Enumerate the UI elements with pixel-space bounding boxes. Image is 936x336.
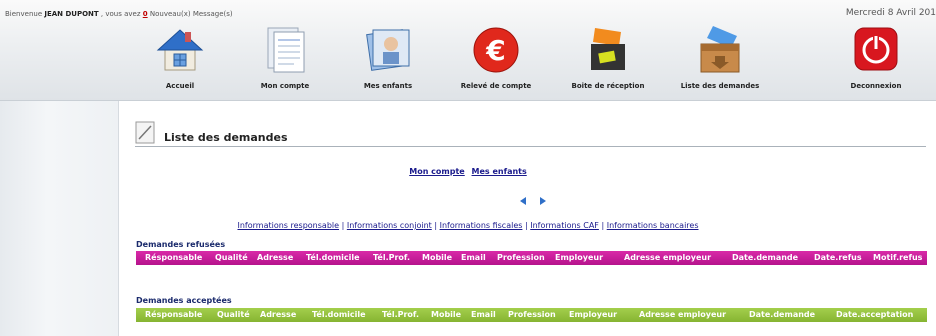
column-header[interactable]: Adresse employeur — [624, 253, 711, 262]
column-header[interactable]: Résponsable — [145, 253, 202, 262]
link-informations-bancaires[interactable]: Informations bancaires — [607, 221, 699, 230]
nav-item-accueil[interactable]: Accueil — [130, 22, 230, 94]
link-mes-enfants[interactable]: Mes enfants — [472, 167, 527, 176]
top-links: Mon compte Mes enfants — [0, 167, 936, 176]
column-header[interactable]: Résponsable — [145, 310, 202, 319]
column-header[interactable]: Date.demande — [732, 253, 798, 262]
box-icon — [700, 26, 740, 73]
link-mon-compte[interactable]: Mon compte — [409, 167, 465, 176]
accepted-table-header: Résponsable Qualité Adresse Tél.domicile… — [136, 308, 927, 322]
column-header[interactable]: Employeur — [555, 253, 603, 262]
link-informations-conjoint[interactable]: Informations conjoint — [347, 221, 432, 230]
column-header[interactable]: Tél.Prof. — [373, 253, 410, 262]
link-informations-responsable[interactable]: Informations responsable — [237, 221, 339, 230]
link-separator: | — [341, 221, 345, 230]
column-header[interactable]: Date.acceptation — [836, 310, 913, 319]
next-arrow-icon[interactable] — [540, 197, 546, 205]
welcome-message: Bienvenue JEAN DUPONT , vous avez 0 Nouv… — [5, 10, 233, 18]
nav-item-deconnexion[interactable]: Deconnexion — [826, 22, 926, 94]
top-header: Bienvenue JEAN DUPONT , vous avez 0 Nouv… — [0, 0, 936, 101]
nav-label-accueil: Accueil — [165, 82, 195, 90]
column-header[interactable]: Employeur — [569, 310, 617, 319]
nav-item-liste-des-demandes[interactable]: Liste des demandes — [670, 22, 770, 94]
user-name: JEAN DUPONT — [44, 10, 99, 18]
power-icon — [854, 27, 898, 71]
nav-item-boite-de-reception[interactable]: Boite de réception — [558, 22, 658, 94]
column-header[interactable]: Mobile — [422, 253, 452, 262]
column-header[interactable]: Tél.domicile — [306, 253, 360, 262]
nav-label-mes-enfants: Mes enfants — [363, 82, 413, 90]
nav-item-mon-compte[interactable]: Mon compte — [235, 22, 335, 94]
left-sidebar — [0, 101, 119, 336]
page-title: Liste des demandes — [164, 131, 288, 144]
info-links: Informations responsable | Informations … — [0, 221, 936, 230]
column-header[interactable]: Mobile — [431, 310, 461, 319]
column-header[interactable]: Adresse employeur — [639, 310, 726, 319]
document-icon — [267, 27, 305, 73]
column-header[interactable]: Tél.domicile — [312, 310, 366, 319]
column-header[interactable]: Qualité — [215, 253, 248, 262]
column-header[interactable]: Tél.Prof. — [382, 310, 419, 319]
welcome-text: , vous avez — [100, 10, 141, 18]
section-title-refused: Demandes refusées — [136, 240, 226, 249]
column-header[interactable]: Date.refus — [814, 253, 862, 262]
column-header[interactable]: Email — [461, 253, 486, 262]
euro-icon: € — [473, 27, 519, 73]
svg-text:€: € — [485, 34, 505, 67]
link-informations-fiscales[interactable]: Informations fiscales — [440, 221, 523, 230]
inbox-icon — [591, 28, 625, 70]
column-header[interactable]: Email — [471, 310, 496, 319]
column-header[interactable]: Profession — [508, 310, 556, 319]
nav-label-mon-compte: Mon compte — [260, 82, 310, 90]
refused-table-header: Résponsable Qualité Adresse Tél.domicile… — [136, 251, 927, 265]
previous-arrow-icon[interactable] — [520, 197, 526, 205]
nav-label-boite-de-reception: Boite de réception — [571, 82, 645, 90]
house-icon — [156, 29, 204, 71]
link-separator: | — [524, 221, 528, 230]
nav-label-releve-de-compte: Relevé de compte — [460, 82, 532, 90]
link-informations-caf[interactable]: Informations CAF — [530, 221, 599, 230]
column-header[interactable]: Adresse — [260, 310, 296, 319]
link-separator: | — [601, 221, 605, 230]
nav-item-releve-de-compte[interactable]: € Relevé de compte — [446, 22, 546, 94]
message-count: 0 — [142, 10, 148, 18]
column-header[interactable]: Motif.refus — [873, 253, 922, 262]
nav-label-liste-des-demandes: Liste des demandes — [680, 82, 760, 90]
nav-label-deconnexion: Deconnexion — [850, 82, 902, 90]
page-title-icon — [135, 120, 157, 148]
welcome-prefix: Bienvenue — [5, 10, 43, 18]
current-date: Mercredi 8 Avril 201 — [845, 8, 936, 18]
column-header[interactable]: Adresse — [257, 253, 293, 262]
nav-item-mes-enfants[interactable]: Mes enfants — [338, 22, 438, 94]
column-header[interactable]: Profession — [497, 253, 545, 262]
messages-label: Nouveau(x) Message(s) — [149, 10, 233, 18]
messages-link[interactable]: 0 Nouveau(x) Message(s) — [143, 10, 233, 18]
title-divider — [135, 146, 926, 147]
photo-icon — [366, 29, 410, 71]
section-title-accepted: Demandes acceptées — [136, 296, 232, 305]
column-header[interactable]: Qualité — [217, 310, 250, 319]
column-header[interactable]: Date.demande — [749, 310, 815, 319]
link-separator: | — [434, 221, 438, 230]
